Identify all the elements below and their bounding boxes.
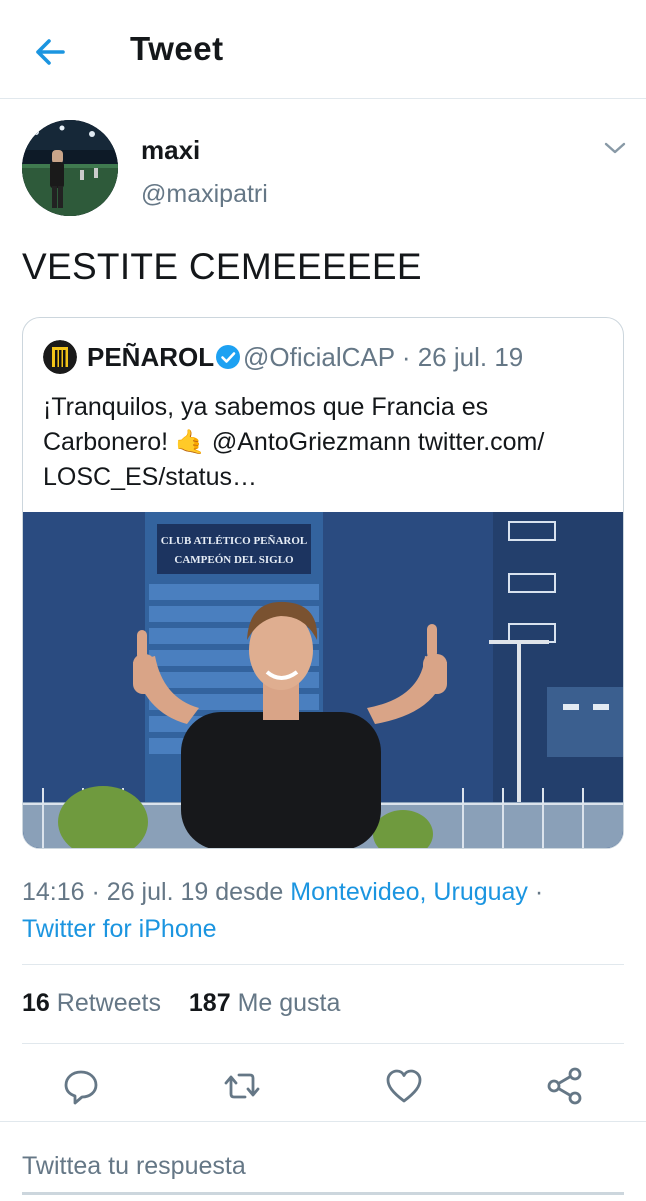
reply-bar: Twittea tu respuesta bbox=[0, 1121, 646, 1201]
tweet-source-link[interactable]: Twitter for iPhone bbox=[22, 915, 217, 943]
quoted-handle-date: @OficialCAP · 26 jul. 19 bbox=[243, 342, 524, 372]
quoted-text-line-1: ¡Tranquilos, ya sabemos que Francia es bbox=[43, 393, 489, 421]
penarol-logo bbox=[43, 340, 77, 374]
likes-label[interactable]: Me gusta bbox=[238, 989, 341, 1017]
quoted-text-mention-link[interactable]: @AntoGriezmann twitter.com/ bbox=[212, 428, 544, 456]
author-handle[interactable]: @maxipatri bbox=[141, 180, 268, 209]
divider bbox=[22, 1043, 624, 1044]
likes-count[interactable]: 187 bbox=[189, 989, 231, 1017]
quoted-text-line-3[interactable]: LOSC_ES/status… bbox=[43, 460, 603, 495]
retweets-label[interactable]: Retweets bbox=[57, 989, 161, 1017]
retweet-icon[interactable] bbox=[222, 1066, 262, 1106]
quoted-text: ¡Tranquilos, ya sabemos que Francia es C… bbox=[43, 390, 603, 495]
back-arrow-icon[interactable] bbox=[30, 32, 70, 72]
author-name[interactable]: maxi bbox=[141, 135, 200, 166]
tweet-text: VESTITE CEMEEEEEE bbox=[22, 246, 422, 287]
tweet-location-link[interactable]: Montevideo, Uruguay bbox=[290, 878, 528, 906]
tweet-meta: 14:16 · 26 jul. 19 desde Montevideo, Uru… bbox=[22, 874, 632, 948]
media-sign-line-2: CAMPEÓN DEL SIGLO bbox=[174, 554, 294, 566]
call-me-hand-emoji: 🤙 bbox=[175, 429, 205, 456]
reply-input-underline bbox=[22, 1192, 624, 1195]
meta-separator: · bbox=[534, 878, 544, 906]
avatar-photo bbox=[22, 120, 118, 216]
quoted-text-line-2: Carbonero! 🤙 @AntoGriezmann twitter.com/ bbox=[43, 425, 603, 460]
quoted-tweet-card[interactable]: PEÑAROL @OficialCAP · 26 jul. 19 ¡Tranqu… bbox=[22, 317, 624, 849]
meta-separator: · bbox=[91, 878, 100, 906]
quoted-author-name: PEÑAROL bbox=[87, 342, 215, 372]
avatar[interactable] bbox=[22, 120, 118, 216]
chevron-down-icon[interactable] bbox=[600, 136, 630, 160]
verified-icon bbox=[216, 345, 240, 369]
media-sign-line-1: CLUB ATLÉTICO PEÑAROL bbox=[161, 535, 308, 547]
like-icon[interactable] bbox=[384, 1066, 424, 1106]
tweet-stats: 16 Retweets 187 Me gusta bbox=[22, 989, 340, 1018]
quoted-media-image[interactable]: CLUB ATLÉTICO PEÑAROL CAMPEÓN DEL SIGLO bbox=[23, 512, 623, 848]
reply-icon[interactable] bbox=[61, 1066, 101, 1106]
retweets-count[interactable]: 16 bbox=[22, 989, 50, 1017]
tweet-time: 14:16 bbox=[22, 878, 85, 906]
tweet-date: 26 jul. 19 bbox=[106, 878, 209, 906]
top-bar: Tweet bbox=[0, 0, 646, 99]
meta-from-word: desde bbox=[215, 878, 284, 906]
share-icon[interactable] bbox=[545, 1066, 585, 1106]
reply-input[interactable]: Twittea tu respuesta bbox=[22, 1152, 246, 1181]
divider bbox=[22, 964, 624, 965]
quoted-text-carbonero: Carbonero! bbox=[43, 428, 169, 456]
page-title: Tweet bbox=[130, 30, 224, 67]
